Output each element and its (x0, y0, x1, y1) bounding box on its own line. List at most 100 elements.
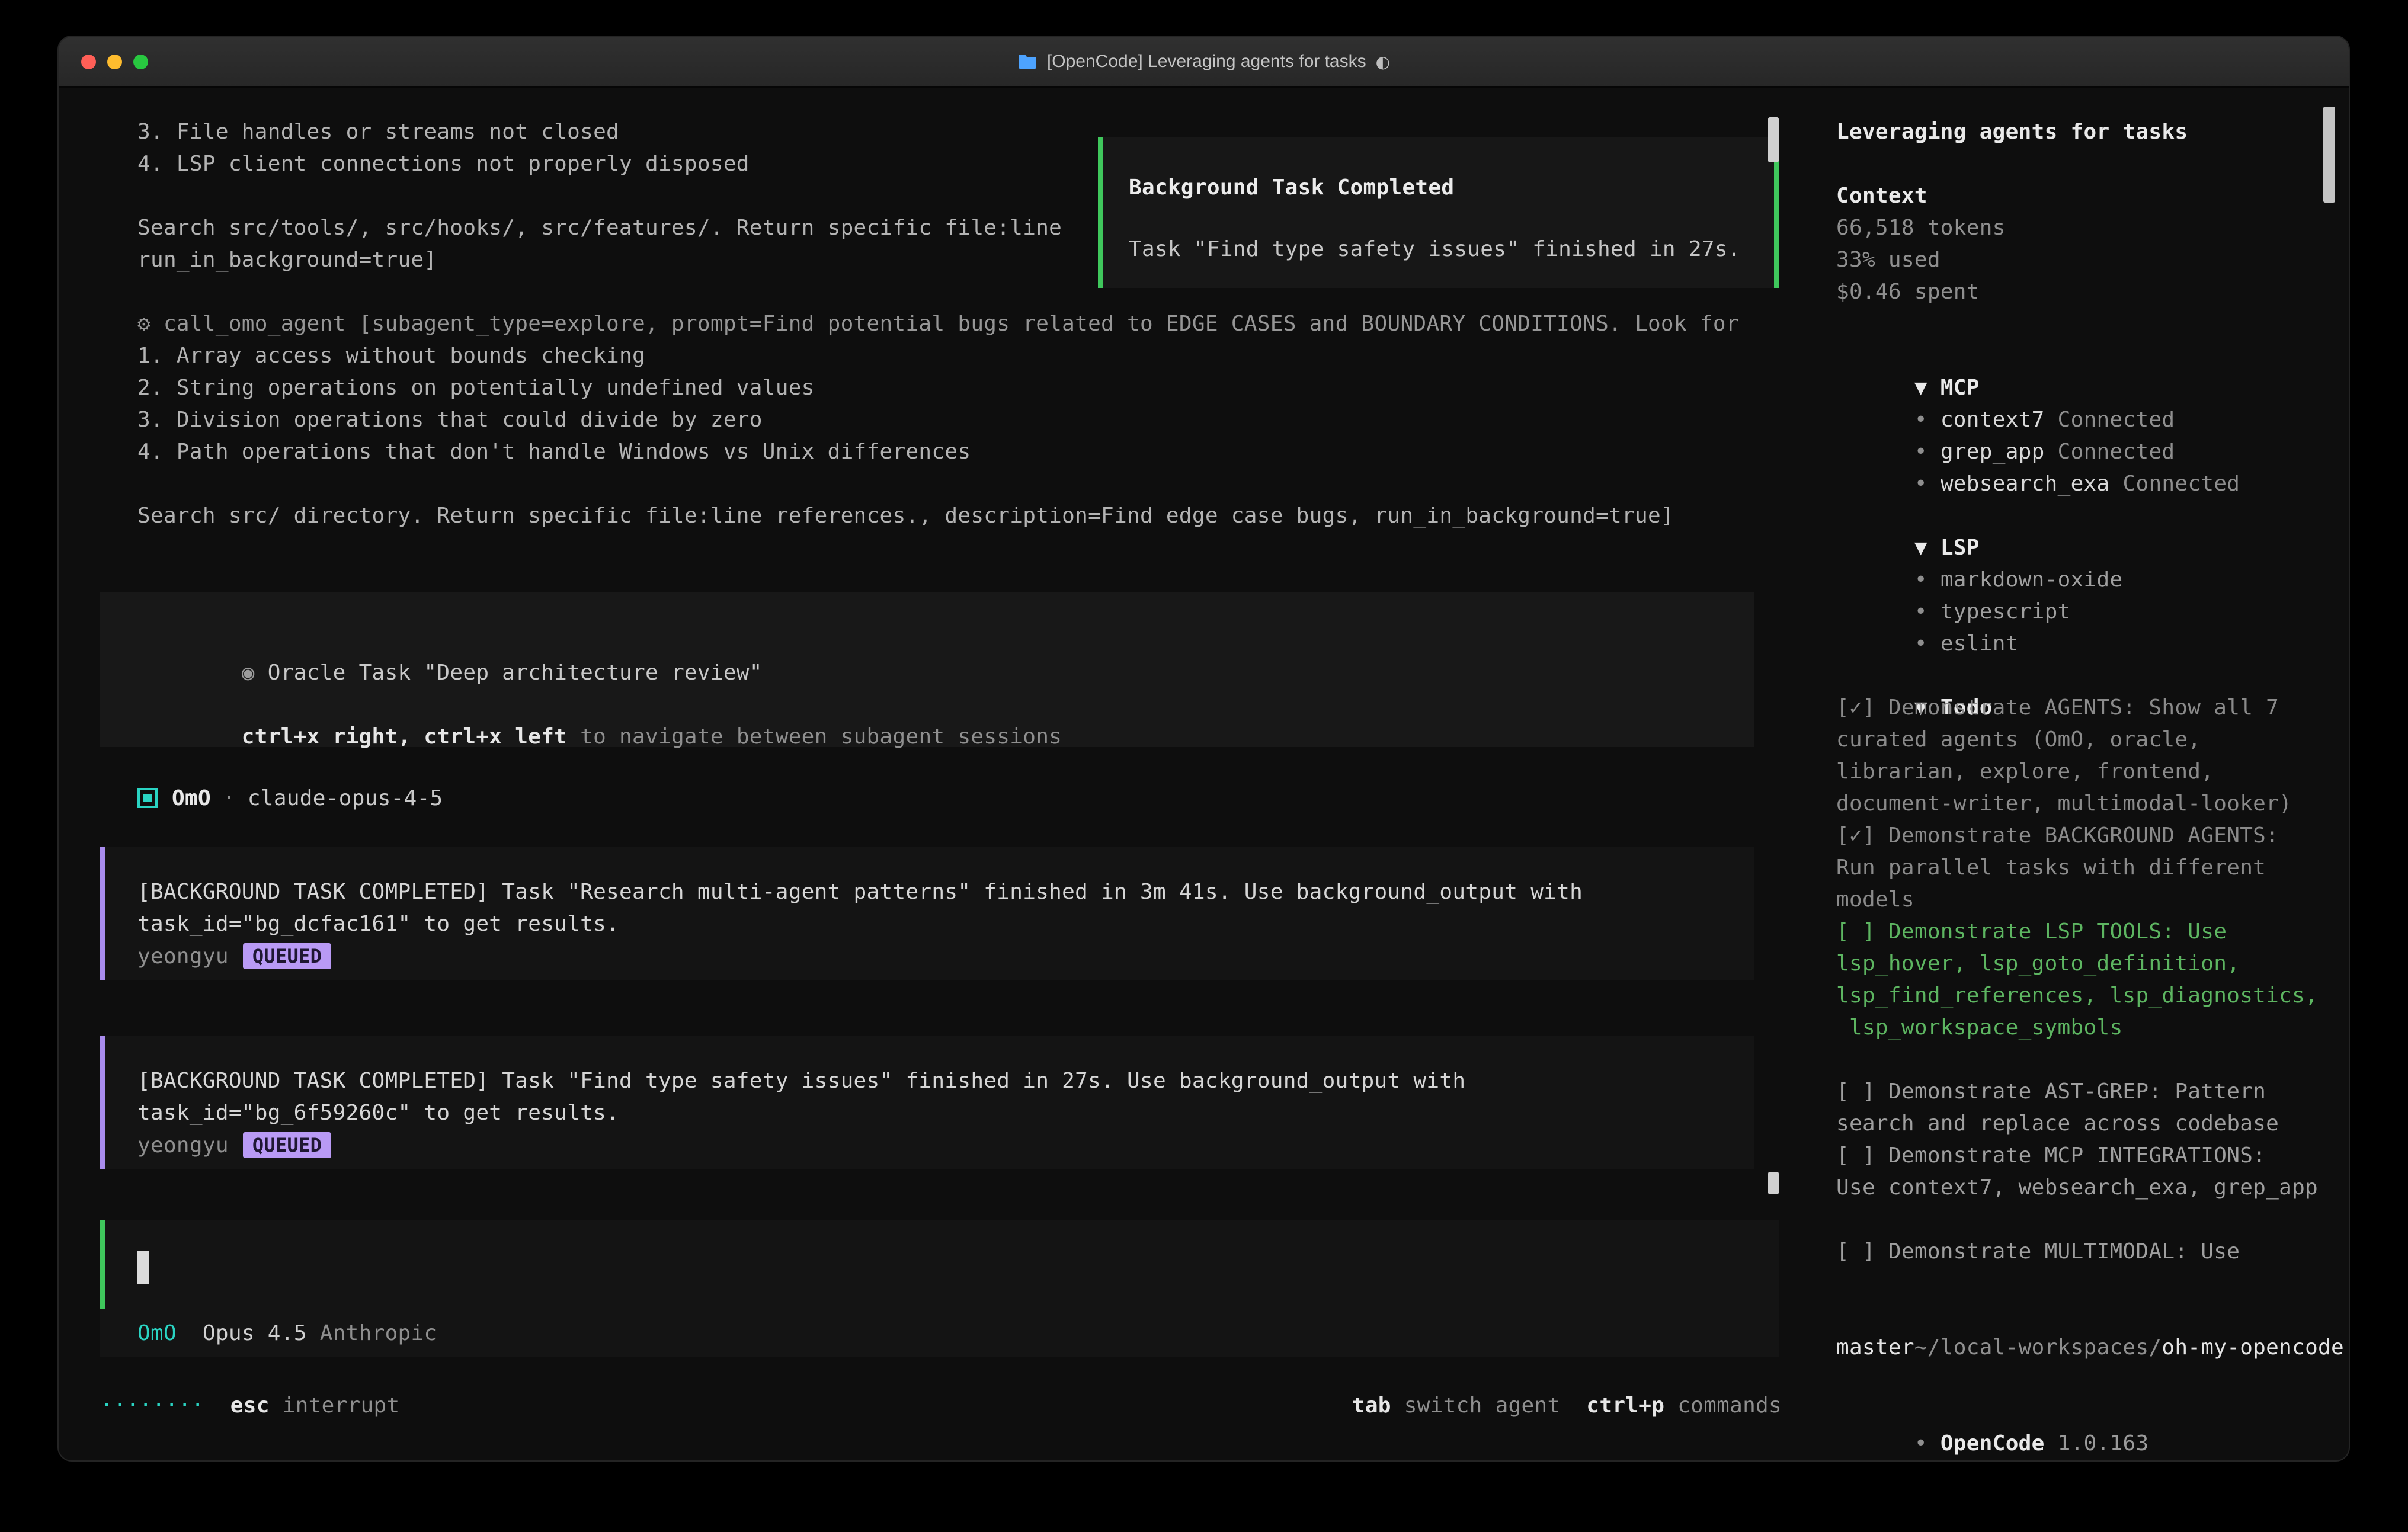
log-line (100, 468, 1779, 500)
bullet-icon: • (1914, 600, 1927, 624)
context-tokens: 66,518 tokens (1836, 212, 2350, 244)
minimize-button[interactable] (107, 55, 122, 69)
bullet-icon: • (1914, 568, 1927, 592)
prompt-input-box: OmO Opus 4.5 Anthropic (100, 1220, 1779, 1357)
todo-line: lsp_workspace_symbols (1836, 1012, 2350, 1044)
separator-dot: · (223, 786, 236, 810)
mcp-name: websearch_exa (1941, 472, 2110, 496)
todo-line: [ ] Demonstrate AST-GREP: Pattern (1836, 1076, 2350, 1108)
todo-item: [ ] Demonstrate MCP INTEGRATIONS: Use co… (1836, 1140, 2350, 1204)
mcp-status: Connected (2123, 472, 2240, 496)
lsp-name: typescript (1941, 600, 2071, 624)
todo-item: [ ] Demonstrate LSP TOOLS: Use lsp_hover… (1836, 916, 2350, 1044)
todo-line: curated agents (OmO, oracle, (1836, 724, 2350, 756)
queued-badge: QUEUED (243, 943, 331, 969)
todo-line: [✓] Demonstrate AGENTS: Show all 7 (1836, 692, 2350, 724)
context-used: 33% used (1836, 244, 2350, 276)
session-indicator-icon: ◐ (1376, 52, 1390, 72)
todo-line: lsp_find_references, lsp_diagnostics, (1836, 980, 2350, 1012)
todo-line: [ ] Demonstrate MCP INTEGRATIONS: (1836, 1140, 2350, 1172)
background-task-message: [BACKGROUND TASK COMPLETED] Task "Find t… (100, 1036, 1754, 1169)
todo-line: librarian, explore, frontend, (1836, 756, 2350, 788)
toast-title: Background Task Completed (1129, 172, 1774, 204)
mcp-status: Connected (2058, 440, 2175, 464)
agent-name: OmO (172, 786, 211, 810)
bullet-icon: • (1914, 1431, 1927, 1456)
sidebar-scrollbar-thumb[interactable] (2323, 107, 2335, 203)
todo-item: [✓] Demonstrate BACKGROUND AGENTS: Run p… (1836, 820, 2350, 916)
oracle-navigation-hint: ctrl+x right, ctrl+x left to navigate be… (100, 689, 1754, 721)
hint-keys: ctrl+x right, ctrl+x left (242, 725, 567, 749)
message-text: task_id="bg_dcfac161" to get results. (137, 908, 1754, 940)
mcp-name: context7 (1941, 408, 2045, 432)
close-button[interactable] (81, 55, 96, 69)
opencode-version-number: 1.0.163 (2058, 1431, 2149, 1456)
model-bar-provider: Anthropic (320, 1321, 437, 1345)
bullet-icon: • (1914, 408, 1927, 432)
context-spent: $0.46 spent (1836, 276, 2350, 308)
bullet-icon: • (1914, 440, 1927, 464)
message-text: task_id="bg_6f59260c" to get results. (137, 1097, 1754, 1129)
conversation-pane: 3. File handles or streams not closed 4.… (100, 116, 1779, 1357)
queued-badge: QUEUED (243, 1132, 331, 1158)
background-task-message: [BACKGROUND TASK COMPLETED] Task "Resear… (100, 847, 1754, 980)
esc-key-hint: esc (230, 1393, 270, 1418)
toast-body: Task "Find type safety issues" finished … (1129, 233, 1774, 265)
opencode-name: OpenCode (1941, 1431, 2045, 1456)
main-scrollbar-thumb[interactable] (1768, 117, 1779, 162)
ctrlp-key-hint: ctrl+p (1586, 1393, 1664, 1418)
lsp-name: eslint (1941, 632, 2019, 656)
omo-agent-icon (137, 788, 158, 808)
model-bar-model: Opus 4.5 (203, 1321, 307, 1345)
oracle-status-icon: ◉ (242, 661, 268, 685)
text-cursor (137, 1251, 149, 1284)
workspace-path-dim: ~/local-workspaces/ (1914, 1335, 2162, 1360)
main-scrollbar-thumb-bottom[interactable] (1768, 1172, 1779, 1194)
lsp-section-header: ▼LSP (1836, 500, 2350, 532)
todo-line: Use context7, websearch_exa, grep_app (1836, 1172, 2350, 1204)
hint-text: to navigate between subagent sessions (567, 725, 1062, 749)
message-input[interactable] (100, 1220, 1779, 1309)
todo-line: [ ] Demonstrate MULTIMODAL: Use (1836, 1236, 2350, 1268)
todo-line: document-writer, multimodal-looker) (1836, 788, 2350, 820)
message-text: [BACKGROUND TASK COMPLETED] Task "Find t… (137, 1065, 1754, 1097)
context-heading: Context (1836, 180, 2350, 212)
tab-key-hint: tab (1352, 1393, 1391, 1418)
agent-header: OmO · claude-opus-4-5 (100, 782, 1779, 814)
log-line: Search src/ directory. Return specific f… (100, 500, 1779, 532)
bullet-icon: • (1914, 472, 1927, 496)
todo-line: models (1836, 884, 2350, 916)
mcp-status: Connected (2058, 408, 2175, 432)
log-line: 4. Path operations that don't handle Win… (100, 436, 1779, 468)
bullet-icon: • (1914, 632, 1927, 656)
traffic-lights (81, 37, 148, 86)
todo-line: [✓] Demonstrate BACKGROUND AGENTS: (1836, 820, 2350, 852)
todo-section-header: ▼Todo (1836, 660, 2350, 692)
chevron-down-icon: ▼ (1914, 376, 1927, 400)
message-author: yeongyu (137, 1133, 229, 1158)
tab-key-label: switch agent (1391, 1393, 1587, 1418)
log-line-tool-call: ⚙ call_omo_agent [subagent_type=explore,… (100, 308, 1779, 340)
agent-model: claude-opus-4-5 (248, 786, 443, 810)
window-title: [OpenCode] Leveraging agents for tasks ◐ (1017, 52, 1390, 72)
terminal-window: [OpenCode] Leveraging agents for tasks ◐… (57, 36, 2350, 1462)
window-titlebar: [OpenCode] Leveraging agents for tasks ◐ (59, 37, 2349, 88)
lsp-heading: LSP (1941, 536, 1980, 560)
sidebar-title: Leveraging agents for tasks (1836, 116, 2350, 148)
window-title-text: [OpenCode] Leveraging agents for tasks (1047, 52, 1366, 72)
status-left: ········ esc interrupt (100, 1393, 399, 1418)
todo-line: [ ] Demonstrate LSP TOOLS: Use (1836, 916, 2350, 948)
background-task-toast: Background Task Completed Task "Find typ… (1098, 137, 1779, 288)
log-line: 2. String operations on potentially unde… (100, 372, 1779, 404)
log-line: 3. Division operations that could divide… (100, 404, 1779, 436)
todo-line: Run parallel tasks with different (1836, 852, 2350, 884)
todo-item: [ ] Demonstrate AST-GREP: Pattern search… (1836, 1076, 2350, 1140)
oracle-task-panel: ◉ Oracle Task "Deep architecture review"… (100, 592, 1754, 747)
todo-line: search and replace across codebase (1836, 1108, 2350, 1140)
zoom-button[interactable] (133, 55, 148, 69)
log-line: 1. Array access without bounds checking (100, 340, 1779, 372)
status-right: tab switch agent ctrl+p commands (1274, 1369, 1782, 1442)
workspace-path: ~/local-workspaces/oh-my-opencode: (1836, 1300, 2350, 1332)
session-sidebar: Leveraging agents for tasks Context 66,5… (1836, 116, 2350, 1428)
status-bar: ········ esc interrupt tab switch agent … (100, 1389, 1782, 1421)
